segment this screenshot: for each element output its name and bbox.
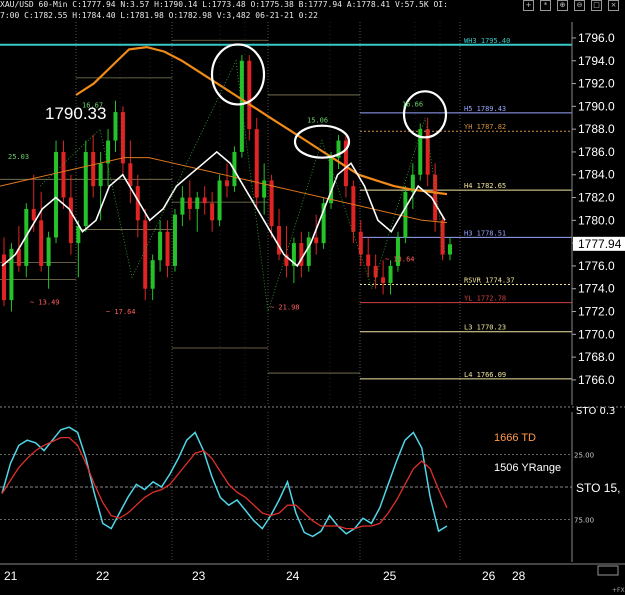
level-label: YL 1772.78 <box>464 295 506 303</box>
candle-body <box>39 220 44 266</box>
candle-body <box>158 231 163 261</box>
candle-body <box>172 214 177 266</box>
candle-body <box>91 151 96 187</box>
level-label: WH3 1795.40 <box>464 37 510 45</box>
candle-body <box>247 60 252 130</box>
time-tick-label: 24 <box>286 569 300 583</box>
level-label: H5 1789.43 <box>464 105 506 113</box>
price-tick-label: 1790.0 <box>578 99 615 113</box>
level-label: L4 1766.09 <box>464 371 506 379</box>
sto-tick-label: 25.00 <box>574 452 594 460</box>
level-label: H3 1778.51 <box>464 229 506 237</box>
candle-body <box>83 151 88 227</box>
candle-body <box>120 112 125 164</box>
candle-body <box>314 237 319 244</box>
price-tick-label: 1770.0 <box>578 327 615 341</box>
swing-label: ~ 21.98 <box>270 303 300 311</box>
price-tick-label: 1768.0 <box>578 350 615 364</box>
candle-body <box>403 191 408 238</box>
candle-body <box>2 254 6 301</box>
candle-body <box>187 197 192 209</box>
time-tick-label: 21 <box>4 569 18 583</box>
price-tick-label: 1794.0 <box>578 54 615 68</box>
candle-body <box>225 180 229 187</box>
level-label: L3 1770.23 <box>464 324 506 332</box>
price-tick-label: 1782.0 <box>578 191 615 205</box>
candle-body <box>143 220 148 289</box>
scroll-control <box>597 565 619 576</box>
candle-body <box>388 265 393 284</box>
candle-body <box>254 129 259 198</box>
candle-body <box>31 208 36 221</box>
price-tick-label: 1766.0 <box>578 373 615 387</box>
candle-body <box>433 174 438 221</box>
price-tick-label: 1776.0 <box>578 259 615 273</box>
fx-label: +FX <box>612 587 625 594</box>
candle-body <box>366 254 371 266</box>
candle-body <box>54 151 59 238</box>
time-tick-label: 22 <box>96 569 110 583</box>
candle-body <box>61 151 66 198</box>
sto-top-label: STO 0.3 <box>576 406 615 417</box>
swing-label: 15.06 <box>307 116 328 124</box>
candle-body <box>448 244 452 255</box>
candle-body <box>165 231 170 266</box>
candle-body <box>306 237 311 266</box>
time-tick-label: 23 <box>192 569 206 583</box>
level-label: YH 1787.82 <box>464 123 506 131</box>
price-panel-bg <box>0 22 625 405</box>
candle-body <box>76 226 81 244</box>
candle-body <box>217 180 222 221</box>
candle-body <box>113 112 118 141</box>
time-tick-label: 28 <box>512 569 526 583</box>
sto-tick-label: 75.00 <box>574 517 594 525</box>
candle-body <box>68 197 73 244</box>
candle-body <box>128 163 133 187</box>
candle-body <box>210 203 215 221</box>
yrange-label: 1506 YRange <box>494 462 561 474</box>
candle-body <box>150 260 155 289</box>
candle-body <box>277 226 282 255</box>
candle-body <box>98 163 103 187</box>
level-label: RSVR 1774.37 <box>464 277 515 285</box>
candle-body <box>180 197 185 215</box>
candle-body <box>46 237 51 266</box>
price-tick-label: 1774.0 <box>578 282 615 296</box>
price-tick-label: 1796.0 <box>578 31 615 45</box>
price-tick-label: 1786.0 <box>578 145 615 159</box>
time-tick-label: 25 <box>383 569 397 583</box>
swing-label: ~ 17.64 <box>106 308 136 316</box>
candle-body <box>202 197 207 204</box>
price-tick-label: 1792.0 <box>578 77 615 91</box>
swing-label: ~ 13.64 <box>385 255 415 263</box>
level-label: H4 1782.65 <box>464 182 506 190</box>
current-price-label: 1777.94 <box>578 237 622 251</box>
price-tick-label: 1780.0 <box>578 213 615 227</box>
swing-label: 16.66 <box>402 100 423 108</box>
td-label: 1666 TD <box>494 432 536 444</box>
swing-label: 16.67 <box>82 101 103 109</box>
sto-title: STO 15, <box>576 481 620 495</box>
swing-label: ~ 13.49 <box>30 299 60 307</box>
candle-body <box>239 60 244 152</box>
price-tick-label: 1772.0 <box>578 305 615 319</box>
time-tick-label: 26 <box>482 569 496 583</box>
candle-body <box>262 180 267 198</box>
candle-body <box>381 277 386 284</box>
price-chart: WH3 1795.40 H5 1789.43 YH 1787.82 H4 1782.6… <box>0 22 625 594</box>
price-tick-label: 1788.0 <box>578 122 615 136</box>
swing-label: 25.03 <box>8 153 29 161</box>
candle-body <box>440 220 445 255</box>
price-tick-label: 1784.0 <box>578 168 615 182</box>
candle-body <box>351 186 356 232</box>
candle-body <box>269 180 274 227</box>
candle-body <box>195 197 200 209</box>
